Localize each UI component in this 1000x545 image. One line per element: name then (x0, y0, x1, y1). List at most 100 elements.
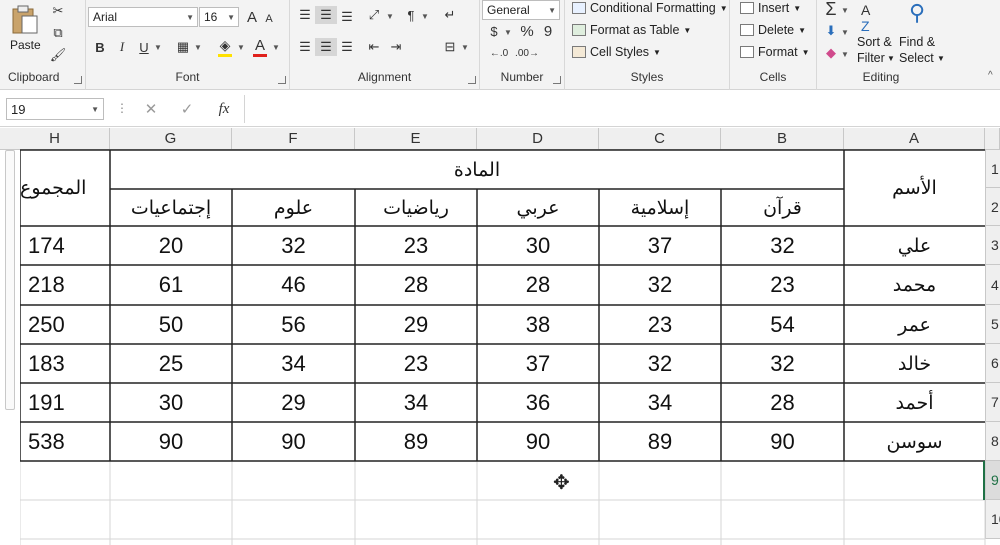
score-cell[interactable]: 89 (355, 422, 477, 461)
score-cell[interactable]: 28 (721, 383, 844, 422)
score-cell[interactable]: 90 (477, 422, 599, 461)
fill-color-dropdown-icon[interactable]: ▼ (237, 43, 245, 52)
column-header-a[interactable]: A (844, 128, 985, 150)
score-cell[interactable]: 56 (232, 305, 355, 344)
subject-cell[interactable]: قرآن (721, 189, 844, 226)
font-size-box[interactable]: 16 ▼ (199, 7, 239, 27)
sort-filter-button[interactable]: AZ Sort & Filter ▼ (855, 0, 897, 70)
font-color-dropdown-icon[interactable]: ▼ (272, 43, 280, 52)
score-cell[interactable]: 23 (721, 265, 844, 305)
row-header-10[interactable]: 10 (985, 500, 1000, 539)
align-bottom-icon[interactable]: ☰ (336, 8, 358, 26)
score-cell[interactable]: 32 (599, 265, 721, 305)
student-name-cell[interactable]: علي (844, 226, 985, 265)
fill-dropdown-icon[interactable]: ▼ (841, 28, 849, 37)
clipboard-launcher-icon[interactable] (74, 76, 82, 84)
align-middle-icon[interactable]: ☰ (315, 6, 337, 24)
grow-font-icon[interactable]: A (244, 8, 260, 26)
borders-dropdown-icon[interactable]: ▼ (194, 43, 202, 52)
align-top-icon[interactable]: ☰ (294, 6, 316, 24)
column-header-d[interactable]: D (477, 128, 599, 150)
student-name-cell[interactable]: خالد (844, 344, 985, 383)
percent-style-button[interactable]: % (518, 22, 536, 40)
align-left-icon[interactable]: ☰ (294, 38, 316, 56)
total-cell[interactable]: 538 (20, 422, 110, 461)
alignment-launcher-icon[interactable] (468, 76, 476, 84)
score-cell[interactable]: 23 (355, 344, 477, 383)
format-button[interactable]: Format ▼ (740, 45, 810, 59)
clear-icon[interactable]: ◆ (823, 44, 839, 62)
bold-button[interactable]: B (92, 38, 108, 56)
decrease-decimal-icon[interactable]: .00→ (515, 44, 539, 62)
align-right-icon[interactable]: ☰ (336, 38, 358, 56)
italic-button[interactable]: I (114, 38, 130, 56)
row-header-2[interactable]: 2 (985, 188, 1000, 226)
font-launcher-icon[interactable] (278, 76, 286, 84)
find-select-button[interactable]: ⚲ Find & Select ▼ (899, 0, 945, 70)
score-cell[interactable]: 50 (110, 305, 232, 344)
row-header-4[interactable]: 4 (985, 265, 1000, 305)
paste-button[interactable]: Paste (6, 4, 44, 54)
subject-header-cell[interactable]: المادة (110, 150, 844, 189)
score-cell[interactable]: 23 (599, 305, 721, 344)
fill-icon[interactable]: ⬇ (823, 22, 839, 40)
score-cell[interactable]: 30 (477, 226, 599, 265)
row-header-3[interactable]: 3 (985, 226, 1000, 265)
score-cell[interactable]: 37 (599, 226, 721, 265)
score-cell[interactable]: 32 (599, 344, 721, 383)
student-name-cell[interactable]: محمد (844, 265, 985, 305)
name-box-dropdown-icon[interactable]: ▼ (91, 105, 99, 114)
score-cell[interactable]: 32 (721, 344, 844, 383)
name-header-cell[interactable]: الأسم (844, 150, 985, 226)
score-cell[interactable]: 34 (599, 383, 721, 422)
format-painter-icon[interactable]: 🖌 (50, 46, 67, 64)
select-all-corner[interactable] (985, 128, 1000, 150)
score-cell[interactable]: 90 (232, 422, 355, 461)
format-as-table-button[interactable]: Format as Table ▼ (572, 23, 691, 37)
insert-button[interactable]: Insert ▼ (740, 1, 801, 15)
number-launcher-icon[interactable] (553, 76, 561, 84)
fill-color-icon[interactable]: ◈ (216, 36, 234, 54)
score-cell[interactable]: 28 (477, 265, 599, 305)
cell-styles-button[interactable]: Cell Styles ▼ (572, 45, 661, 59)
align-center-icon[interactable]: ☰ (315, 38, 337, 56)
autosum-icon[interactable]: Σ (823, 0, 839, 19)
row-header-6[interactable]: 6 (985, 344, 1000, 383)
row-header-8[interactable]: 8 (985, 422, 1000, 461)
subject-cell[interactable]: إجتماعيات (110, 189, 232, 226)
underline-dropdown-icon[interactable]: ▼ (154, 43, 162, 52)
font-name-box[interactable]: Arial ▼ (88, 7, 198, 27)
score-cell[interactable]: 46 (232, 265, 355, 305)
score-cell[interactable]: 61 (110, 265, 232, 305)
underline-button[interactable]: U (136, 38, 152, 56)
score-cell[interactable]: 90 (110, 422, 232, 461)
scrollbar-left[interactable] (0, 150, 20, 545)
score-cell[interactable]: 34 (232, 344, 355, 383)
total-cell[interactable]: 191 (20, 383, 110, 422)
column-header-c[interactable]: C (599, 128, 721, 150)
total-cell[interactable]: 183 (20, 344, 110, 383)
name-box[interactable]: 19 ▼ (6, 98, 104, 120)
score-cell[interactable]: 29 (232, 383, 355, 422)
direction-dropdown-icon[interactable]: ▼ (421, 12, 429, 21)
column-header-g[interactable]: G (110, 128, 232, 150)
increase-indent-icon[interactable]: ⇥ (386, 38, 406, 56)
score-cell[interactable]: 32 (232, 226, 355, 265)
number-format-box[interactable]: General ▼ (482, 0, 560, 20)
score-cell[interactable]: 30 (110, 383, 232, 422)
subject-cell[interactable]: علوم (232, 189, 355, 226)
score-cell[interactable]: 90 (721, 422, 844, 461)
right-to-left-icon[interactable]: ¶ (402, 6, 420, 24)
score-cell[interactable]: 36 (477, 383, 599, 422)
merge-dropdown-icon[interactable]: ▼ (461, 43, 469, 52)
score-cell[interactable]: 23 (355, 226, 477, 265)
number-format-dropdown-icon[interactable]: ▼ (548, 6, 556, 15)
score-cell[interactable]: 54 (721, 305, 844, 344)
borders-icon[interactable]: ▦ (174, 38, 192, 56)
student-name-cell[interactable]: أحمد (844, 383, 985, 422)
row-header-5[interactable]: 5 (985, 305, 1000, 344)
total-cell[interactable]: 174 (20, 226, 110, 265)
subject-cell[interactable]: رياضيات (355, 189, 477, 226)
score-cell[interactable]: 20 (110, 226, 232, 265)
shrink-font-icon[interactable]: A (262, 10, 276, 28)
